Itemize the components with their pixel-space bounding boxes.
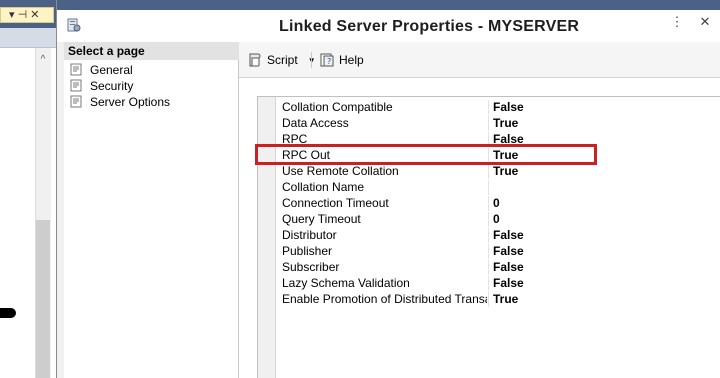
page-icon — [70, 63, 82, 76]
window-controls: ⋮ ✕ — [670, 14, 720, 38]
property-row[interactable]: Use Remote Collation True — [276, 163, 720, 179]
property-name: RPC — [282, 132, 308, 146]
nav-item-label: Server Options — [90, 94, 171, 109]
cursor-blob — [0, 308, 16, 318]
property-name: Subscriber — [282, 260, 340, 274]
property-name: Query Timeout — [282, 212, 361, 226]
background-tab[interactable]: ▾ ⊣ ✕ — [0, 7, 54, 23]
linked-server-properties-dialog: Linked Server Properties - MYSERVER ⋮ ✕ … — [56, 0, 720, 378]
close-icon[interactable]: ✕ — [698, 14, 712, 38]
property-value[interactable]: 0 — [488, 196, 720, 211]
property-value[interactable]: False — [488, 276, 720, 291]
property-value[interactable]: True — [488, 116, 720, 131]
property-name: Distributor — [282, 228, 337, 242]
toolbar-separator — [311, 52, 312, 68]
property-name: Publisher — [282, 244, 333, 258]
property-name: Connection Timeout — [282, 196, 389, 210]
property-grid: Collation Compatible False Data Access True… — [257, 96, 720, 378]
help-icon: ? — [320, 53, 334, 67]
property-value[interactable]: True — [488, 164, 720, 179]
property-value[interactable]: True — [488, 292, 720, 307]
nav-item-label: Security — [90, 78, 134, 93]
scroll-up-icon[interactable]: ^ — [35, 54, 51, 65]
help-label: Help — [339, 53, 364, 67]
property-value[interactable]: True — [488, 148, 720, 163]
property-name: Data Access — [282, 116, 349, 130]
property-value[interactable] — [488, 180, 720, 195]
property-row[interactable]: Subscriber False — [276, 259, 720, 275]
property-name: Collation Name — [282, 180, 365, 194]
grid-gutter — [258, 97, 276, 378]
script-label: Script — [267, 53, 298, 67]
script-icon — [249, 53, 261, 67]
property-value[interactable]: False — [488, 244, 720, 259]
property-value[interactable]: False — [488, 132, 720, 147]
nav-item-server-options[interactable]: Server Options — [70, 94, 170, 109]
property-value[interactable]: False — [488, 260, 720, 275]
tab-glyphs[interactable]: ▾ ⊣ ✕ — [9, 8, 39, 21]
property-row[interactable]: Data Access True — [276, 115, 720, 131]
more-options-icon[interactable]: ⋮ — [670, 14, 684, 38]
property-value[interactable]: False — [488, 228, 720, 243]
scrollbar-thumb[interactable] — [36, 220, 50, 378]
property-row[interactable]: Distributor False — [276, 227, 720, 243]
property-value[interactable]: 0 — [488, 212, 720, 227]
property-row[interactable]: Lazy Schema Validation False — [276, 275, 720, 291]
property-row[interactable]: RPC False — [276, 131, 720, 147]
nav-item-label: General — [90, 62, 133, 77]
property-name: RPC Out — [282, 148, 331, 162]
nav-item-security[interactable]: Security — [70, 78, 133, 93]
page-icon — [70, 79, 82, 92]
script-button[interactable]: Script ▼ — [247, 51, 316, 69]
property-name: Lazy Schema Validation — [282, 276, 410, 290]
select-page-header: Select a page — [64, 42, 239, 60]
property-name: Collation Compatible — [282, 100, 393, 114]
select-page-panel: Select a page General Security Server Op… — [64, 42, 239, 378]
svg-text:?: ? — [327, 57, 331, 66]
background-header — [0, 28, 56, 48]
property-name: Use Remote Collation — [282, 164, 399, 178]
help-button[interactable]: ? Help — [319, 51, 364, 69]
property-row[interactable]: Query Timeout 0 — [276, 211, 720, 227]
nav-item-general[interactable]: General — [70, 62, 133, 77]
property-row[interactable]: Connection Timeout 0 — [276, 195, 720, 211]
content-area: Script ▼ ? Help Collation Compatible Fals… — [239, 42, 720, 378]
page-icon — [70, 95, 82, 108]
property-row[interactable]: Collation Compatible False — [276, 99, 720, 115]
property-row[interactable]: Collation Name — [276, 179, 720, 195]
property-row[interactable]: Enable Promotion of Distributed Transact… — [276, 291, 720, 307]
toolbar: Script ▼ ? Help — [239, 42, 720, 78]
property-row[interactable]: Publisher False — [276, 243, 720, 259]
dialog-title: Linked Server Properties - MYSERVER — [279, 18, 580, 35]
background-window: ▾ ⊣ ✕ ^ — [0, 0, 56, 378]
property-value[interactable]: False — [488, 100, 720, 115]
server-properties-icon — [67, 18, 81, 32]
property-name: Enable Promotion of Distributed Transact… — [282, 292, 487, 306]
select-page-title: Select a page — [68, 44, 145, 58]
property-row[interactable]: RPC Out True — [276, 147, 720, 163]
titlebar-strip — [57, 0, 720, 10]
